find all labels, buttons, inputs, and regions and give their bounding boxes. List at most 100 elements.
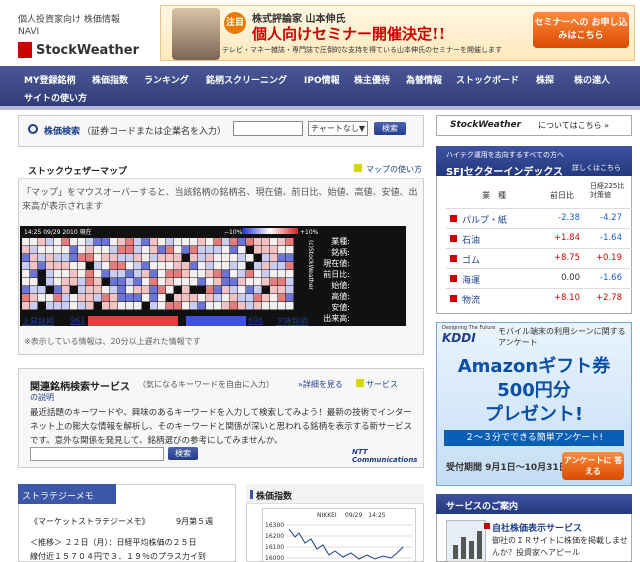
service-link-ir[interactable]: 自社株価表示サービス xyxy=(492,521,582,534)
keyword-search-input[interactable] xyxy=(30,447,164,461)
nav-how-to-use[interactable]: サイトの使い方 xyxy=(24,91,87,104)
down-stocks-link[interactable]: 下降銘柄 xyxy=(276,316,308,327)
heatmap-cell xyxy=(94,254,102,262)
heatmap-cell xyxy=(230,246,238,254)
heatmap-cell xyxy=(134,278,142,286)
heatmap-cell xyxy=(158,262,166,270)
nav-yutai[interactable]: 株主優待 xyxy=(354,73,390,86)
heatmap-cell xyxy=(62,254,70,262)
heatmap-cell xyxy=(270,246,278,254)
heatmap-cell xyxy=(22,286,30,294)
keyword-search-button[interactable]: 検索 xyxy=(168,447,198,460)
sfj-sector-name[interactable]: ゴム xyxy=(462,253,480,266)
kddi-answer-button[interactable]: アンケートに 答える xyxy=(562,452,624,480)
nav-divider xyxy=(0,106,640,110)
sfj-sector-name[interactable]: 石油 xyxy=(462,233,480,246)
nav-my-stocks[interactable]: MY登録銘柄 xyxy=(24,73,75,86)
strategy-memo-title[interactable]: ストラテジーメモ xyxy=(22,489,94,502)
seminar-signup-button[interactable]: セミナーへの お申し込みはこちら xyxy=(533,12,629,48)
heatmap-cell xyxy=(270,294,278,302)
heatmap-cell xyxy=(238,246,246,254)
heatmap-cell xyxy=(38,270,46,278)
heatmap-cell xyxy=(230,286,238,294)
sfj-n225-value: +2.78 xyxy=(595,293,622,303)
heatmap-cell xyxy=(86,254,94,262)
heatmap-cell xyxy=(190,286,198,294)
heatmap-cell xyxy=(54,270,62,278)
heatmap-cell xyxy=(262,270,270,278)
heatmap-cell xyxy=(62,286,70,294)
sfj-row[interactable]: 海運 0.00 -1.66 xyxy=(446,268,632,288)
heatmap-cell xyxy=(126,294,134,302)
heatmap-cell xyxy=(70,246,78,254)
heatmap-cell xyxy=(126,278,134,286)
arrow-icon xyxy=(450,295,457,302)
nav-fx[interactable]: 為替情報 xyxy=(406,73,442,86)
related-details-link[interactable]: »詳細を見る xyxy=(298,379,343,390)
about-text[interactable]: についてはこちら » xyxy=(538,120,609,131)
heatmap-cell xyxy=(166,270,174,278)
sfj-sector-name[interactable]: 物流 xyxy=(462,293,480,306)
heatmap-cell xyxy=(86,294,94,302)
sfj-row[interactable]: 石油 +1.84 -1.64 xyxy=(446,228,632,248)
nav-kabutan[interactable]: 株探 xyxy=(536,73,554,86)
heatmap-cell xyxy=(262,246,270,254)
nikkei-chart[interactable]: NIKKEI 09/29 14:25 16300 16200 16100 160… xyxy=(262,508,416,562)
sfj-sector-name[interactable]: 海運 xyxy=(462,273,480,286)
heatmap-cell xyxy=(102,278,110,286)
nav-stockboard[interactable]: ストックボード xyxy=(456,73,519,86)
heatmap-cell xyxy=(126,254,134,262)
heatmap-cell xyxy=(134,302,142,310)
heatmap-cell xyxy=(278,294,286,302)
heatmap-cell xyxy=(78,262,86,270)
nav-index[interactable]: 株価指数 xyxy=(92,73,128,86)
heatmap-cell xyxy=(262,262,270,270)
heatmap-cell xyxy=(22,302,30,310)
nav-ipo[interactable]: IPO情報 xyxy=(304,73,340,86)
chart-select[interactable]: チャートなし ▼ xyxy=(308,121,368,136)
sfj-row[interactable]: ゴム +8.75 +0.19 xyxy=(446,248,632,268)
site-tagline: 個人投資家向け 株価情報 NAVI xyxy=(18,14,120,38)
sfj-row[interactable]: 物流 +8.10 +2.78 xyxy=(446,288,632,308)
site-logo[interactable]: StockWeather xyxy=(36,43,139,58)
service-thumbnail[interactable] xyxy=(446,520,486,562)
up-stocks-count[interactable]: 961 xyxy=(70,316,85,325)
heatmap-cell xyxy=(30,294,38,302)
heatmap-cell xyxy=(254,302,262,310)
down-stocks-count[interactable]: 696 xyxy=(248,316,263,325)
stock-map-help-link[interactable]: マップの使い方 xyxy=(366,164,422,175)
about-logo[interactable]: StockWeather xyxy=(450,120,521,130)
heatmap-cell xyxy=(254,286,262,294)
heatmap-cell xyxy=(270,238,278,246)
logo-icon[interactable] xyxy=(18,42,32,58)
service-link[interactable]: サービス xyxy=(366,379,398,390)
kddi-logo: KDDI xyxy=(442,331,476,345)
heatmap-cell xyxy=(118,254,126,262)
scale-right-label: +10% xyxy=(300,229,319,236)
sfj-row[interactable]: パルプ・紙 -2.38 -4.27 xyxy=(446,208,632,228)
heatmap-cell xyxy=(54,246,62,254)
service-help-link[interactable]: の説明 xyxy=(30,392,54,403)
strategy-headline[interactable]: 《マーケットストラテジーメモ》 xyxy=(30,516,150,527)
heatmap-cell xyxy=(270,254,278,262)
heatmap-cell xyxy=(214,294,222,302)
nikkei-chart-graphic: NIKKEI 09/29 14:25 16300 16200 16100 160… xyxy=(265,512,413,562)
heatmap-cell xyxy=(102,262,110,270)
sfj-detail-link[interactable]: 詳しくはこちら xyxy=(572,163,621,173)
heatmap-cell xyxy=(174,270,182,278)
nav-ranking[interactable]: ランキング xyxy=(144,73,189,86)
heatmap-cell xyxy=(182,270,190,278)
heatmap-cell xyxy=(102,238,110,246)
up-stocks-link[interactable]: 上昇銘柄 xyxy=(22,316,54,327)
heatmap-cell xyxy=(94,278,102,286)
stock-search-input[interactable] xyxy=(233,121,303,136)
nav-tatsujin[interactable]: 株の達人 xyxy=(574,73,610,86)
sfj-sector-name[interactable]: パルプ・紙 xyxy=(462,213,507,226)
heatmap-cell xyxy=(22,294,30,302)
nav-screening[interactable]: 銘柄スクリーニング xyxy=(206,73,287,86)
heatmap-cell xyxy=(118,246,126,254)
heatmap-cell xyxy=(222,302,230,310)
heatmap-cell xyxy=(222,254,230,262)
heatmap-cell xyxy=(238,270,246,278)
stock-search-button[interactable]: 検索 xyxy=(374,122,406,135)
